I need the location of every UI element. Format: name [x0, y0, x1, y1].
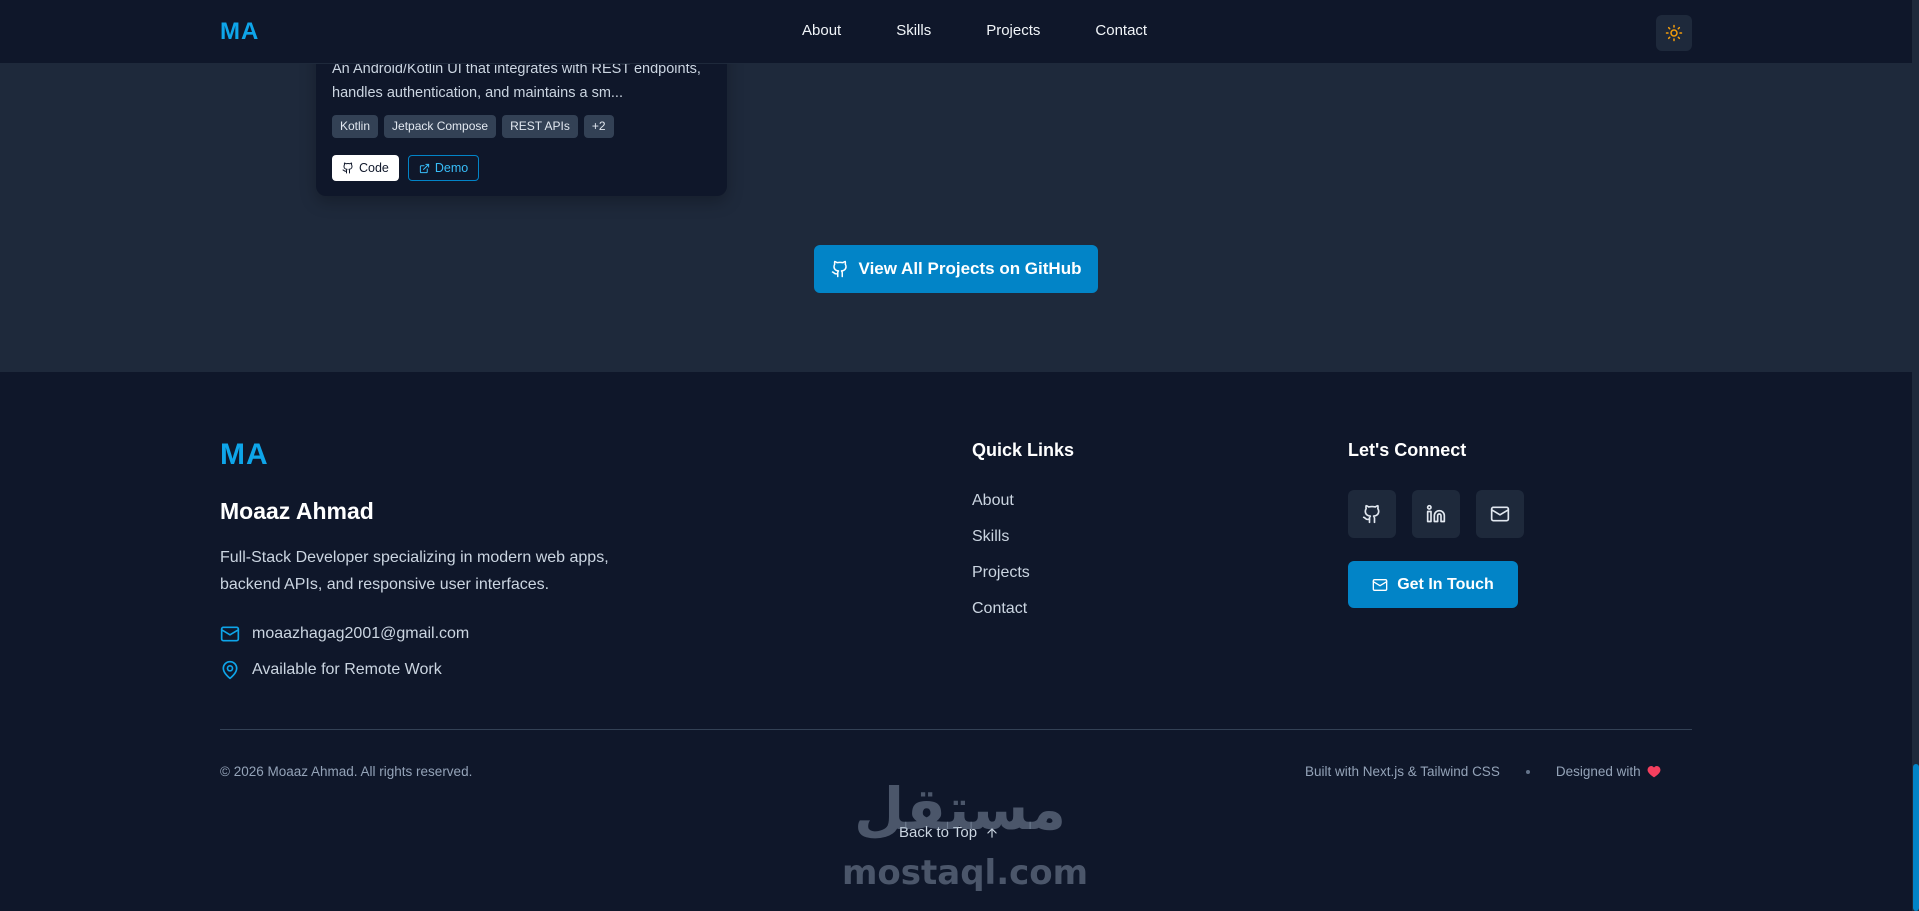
github-icon: [831, 260, 849, 278]
nav-links: About Skills Projects Contact: [802, 22, 1202, 39]
linkedin-icon: [1426, 504, 1446, 524]
footer-name: Moaaz Ahmad: [220, 498, 374, 524]
linkedin-link[interactable]: [1412, 490, 1460, 538]
theme-toggle-button[interactable]: [1656, 15, 1692, 51]
footer-logo: MA: [220, 438, 269, 471]
footer-location: Available for Remote Work: [220, 660, 442, 680]
email-link[interactable]: [1476, 490, 1524, 538]
mail-icon: [220, 624, 240, 644]
get-in-touch-button[interactable]: Get In Touch: [1348, 561, 1518, 608]
mail-icon: [1372, 577, 1388, 593]
view-all-label: View All Projects on GitHub: [858, 259, 1082, 278]
footer-tagline: Full-Stack Developer specializing in mod…: [220, 549, 609, 593]
code-button[interactable]: Code: [332, 155, 399, 181]
tag-rest-apis: REST APIs: [502, 115, 578, 138]
tag-jetpack-compose: Jetpack Compose: [384, 115, 497, 138]
quick-link-about[interactable]: About: [972, 492, 1030, 528]
copyright: © 2026 Moaaz Ahmad. All rights reserved.: [220, 764, 473, 779]
sun-icon: [1665, 24, 1683, 42]
tag-kotlin: Kotlin: [332, 115, 379, 138]
arrow-up-icon: [985, 826, 999, 840]
navbar: MA About Skills Projects Contact: [0, 0, 1912, 64]
connect-heading: Let's Connect: [1348, 440, 1467, 460]
github-icon: [1362, 504, 1382, 524]
nav-link-projects[interactable]: Projects: [986, 22, 1040, 39]
footer: MA Moaaz Ahmad Full-Stack Developer spec…: [0, 372, 1912, 911]
footer-divider: [220, 729, 1692, 730]
demo-label: Demo: [434, 161, 469, 175]
back-to-top-label: Back to Top: [899, 824, 978, 841]
code-label: Code: [359, 161, 389, 175]
footer-location-text: Available for Remote Work: [252, 661, 442, 678]
back-to-top-button[interactable]: Back to Top: [899, 824, 999, 841]
designed-with-text: Designed with: [1555, 764, 1641, 779]
footer-email-text: moaazhagag2001@gmail.com: [252, 625, 470, 642]
github-link[interactable]: [1348, 490, 1396, 538]
project-tags: Kotlin Jetpack Compose REST APIs +2: [332, 115, 614, 138]
quick-link-contact[interactable]: Contact: [972, 600, 1030, 636]
nav-link-contact[interactable]: Contact: [1095, 22, 1147, 39]
quick-links: About Skills Projects Contact: [972, 492, 1030, 636]
map-pin-icon: [220, 660, 240, 680]
view-all-projects-button[interactable]: View All Projects on GitHub: [814, 245, 1098, 293]
quick-links-heading: Quick Links: [972, 440, 1075, 460]
nav-link-about[interactable]: About: [802, 22, 841, 39]
tag-more: +2: [583, 115, 614, 138]
mail-icon: [1490, 504, 1510, 524]
quick-link-projects[interactable]: Projects: [972, 564, 1030, 600]
nav-link-skills[interactable]: Skills: [896, 22, 931, 39]
nav-logo[interactable]: MA: [220, 18, 259, 46]
built-with-text: Built with Next.js & Tailwind CSS: [1305, 764, 1500, 779]
footer-email[interactable]: moaazhagag2001@gmail.com: [220, 624, 469, 644]
demo-button[interactable]: Demo: [407, 155, 480, 181]
external-link-icon: [419, 163, 430, 174]
quick-link-skills[interactable]: Skills: [972, 528, 1030, 564]
github-icon: [342, 162, 354, 174]
project-description: An Android/Kotlin UI that integrates wit…: [332, 61, 701, 101]
separator-dot: [1525, 769, 1530, 774]
built-with: Built with Next.js & Tailwind CSS Design…: [1305, 764, 1661, 779]
heart-icon: [1647, 765, 1661, 778]
project-actions: Code Demo: [332, 155, 480, 181]
get-in-touch-label: Get In Touch: [1397, 575, 1494, 593]
scrollbar-thumb[interactable]: [1913, 764, 1919, 911]
